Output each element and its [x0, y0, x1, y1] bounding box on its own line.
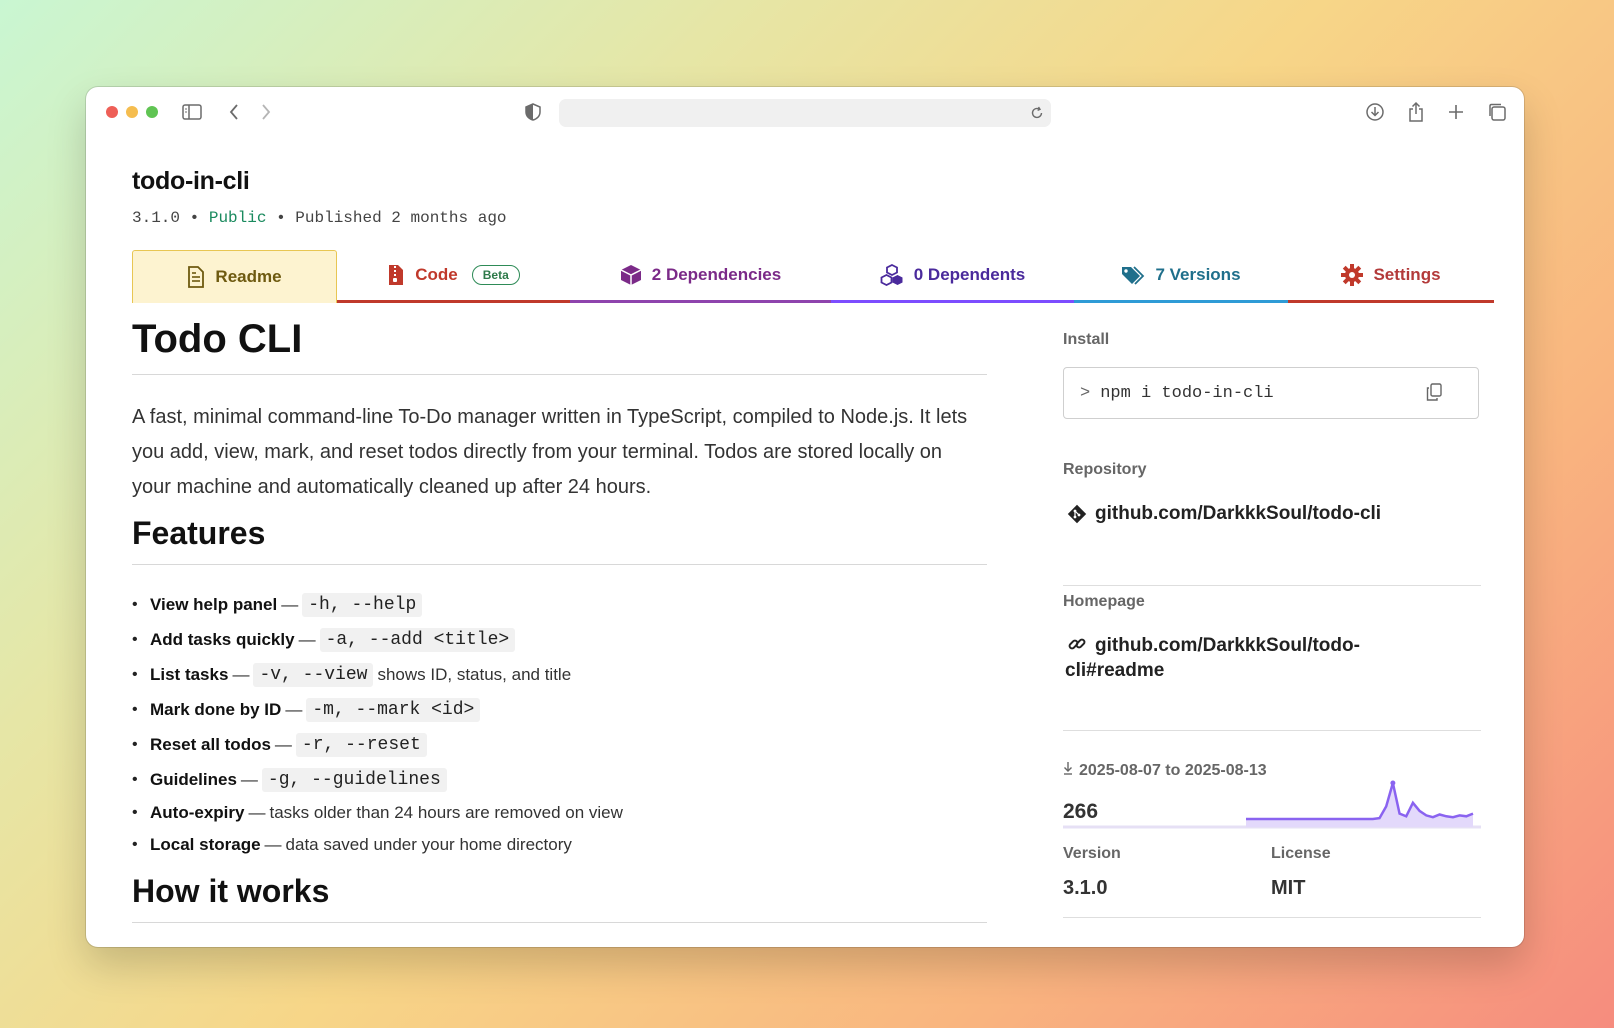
tab-versions[interactable]: 7 Versions: [1074, 250, 1288, 300]
tab-underline-code: [337, 300, 570, 303]
list-item: Reset all todos—-r, --reset: [132, 727, 990, 762]
code-file-icon: [387, 264, 405, 286]
list-item: Guidelines—-g, --guidelines: [132, 762, 990, 797]
back-arrow-icon[interactable]: [221, 99, 247, 125]
browser-window: todo-in-cli 3.1.0 • Public • Published 2…: [86, 87, 1524, 947]
tab-underline-settings: [1288, 300, 1494, 303]
version-label: Version: [1063, 845, 1121, 862]
list-item: List tasks—-v, --viewshows ID, status, a…: [132, 657, 990, 692]
list-item: Auto-expiry—tasks older than 24 hours ar…: [132, 797, 990, 829]
divider: [1063, 585, 1481, 586]
forward-arrow-icon[interactable]: [253, 99, 279, 125]
package-meta: 3.1.0 • Public • Published 2 months ago: [132, 209, 507, 227]
sparkline-line: [1246, 782, 1474, 821]
tab-readme[interactable]: Readme: [132, 250, 337, 303]
list-item: Mark done by ID—-m, --mark <id>: [132, 692, 990, 727]
tab-settings[interactable]: Settings: [1288, 250, 1494, 300]
tab-overview-icon[interactable]: [1484, 99, 1510, 125]
packages-icon: [880, 264, 904, 286]
homepage-link[interactable]: github.com/DarkkkSoul/todo-cli#readme: [1065, 633, 1360, 683]
package-name: todo-in-cli: [132, 167, 250, 195]
downloads-sparkline: [1063, 780, 1481, 829]
how-it-works-heading: How it works: [132, 873, 987, 923]
tab-code[interactable]: Code Beta: [337, 250, 570, 300]
tab-dependencies[interactable]: 2 Dependencies: [570, 250, 831, 300]
git-icon: [1067, 504, 1087, 530]
repository-link[interactable]: github.com/DarkkkSoul/todo-cli: [1067, 503, 1381, 530]
reload-icon[interactable]: [1027, 103, 1047, 123]
install-label: Install: [1063, 331, 1110, 348]
list-item: Add tasks quickly—-a, --add <title>: [132, 622, 990, 657]
package-tabs: Readme Code Beta 2 Dependencies 0 Depend…: [132, 250, 1497, 303]
zoom-window-button[interactable]: [146, 106, 158, 118]
share-icon[interactable]: [1403, 99, 1429, 125]
beta-badge: Beta: [471, 265, 520, 285]
sparkline-area: [1246, 783, 1473, 827]
divider: [1063, 730, 1481, 731]
license-label: License: [1271, 845, 1331, 862]
package-icon: [620, 264, 642, 286]
sparkline-peak-point: [1390, 780, 1396, 786]
privacy-shield-icon[interactable]: [520, 99, 546, 125]
readme-title: Todo CLI: [132, 317, 987, 375]
minimize-window-button[interactable]: [126, 106, 138, 118]
divider: [1063, 917, 1481, 918]
install-command-box[interactable]: > npm i todo-in-cli: [1063, 367, 1479, 419]
license-value: MIT: [1271, 877, 1306, 899]
tab-underline-versions: [1074, 300, 1288, 303]
install-command: npm i todo-in-cli: [1100, 383, 1274, 403]
list-item: Local storage—data saved under your home…: [132, 829, 990, 861]
package-version: 3.1.0: [132, 209, 181, 227]
browser-toolbar: [86, 87, 1524, 137]
tab-underline-dependents: [831, 300, 1074, 303]
tab-underline-dependencies: [570, 300, 831, 303]
close-window-button[interactable]: [106, 106, 118, 118]
document-icon: [187, 266, 205, 288]
new-tab-plus-icon[interactable]: [1443, 99, 1469, 125]
gear-icon: [1341, 264, 1364, 286]
published-date: Published 2 months ago: [295, 209, 507, 227]
repository-label: Repository: [1063, 461, 1147, 478]
visibility-label: Public: [208, 209, 267, 227]
homepage-label: Homepage: [1063, 593, 1145, 610]
tab-dependents[interactable]: 0 Dependents: [831, 250, 1074, 300]
features-list: View help panel—-h, --help Add tasks qui…: [132, 587, 990, 861]
readme-intro: A fast, minimal command-line To-Do manag…: [132, 406, 968, 498]
sidebar-toggle-icon[interactable]: [179, 99, 205, 125]
copy-icon[interactable]: [1426, 383, 1442, 407]
list-item: View help panel—-h, --help: [132, 587, 990, 622]
address-bar[interactable]: [559, 99, 1051, 127]
downloads-icon[interactable]: [1362, 99, 1388, 125]
features-heading: Features: [132, 515, 987, 565]
tags-icon: [1121, 265, 1145, 285]
prompt-chevron-icon: >: [1080, 383, 1091, 403]
version-value: 3.1.0: [1063, 877, 1108, 899]
